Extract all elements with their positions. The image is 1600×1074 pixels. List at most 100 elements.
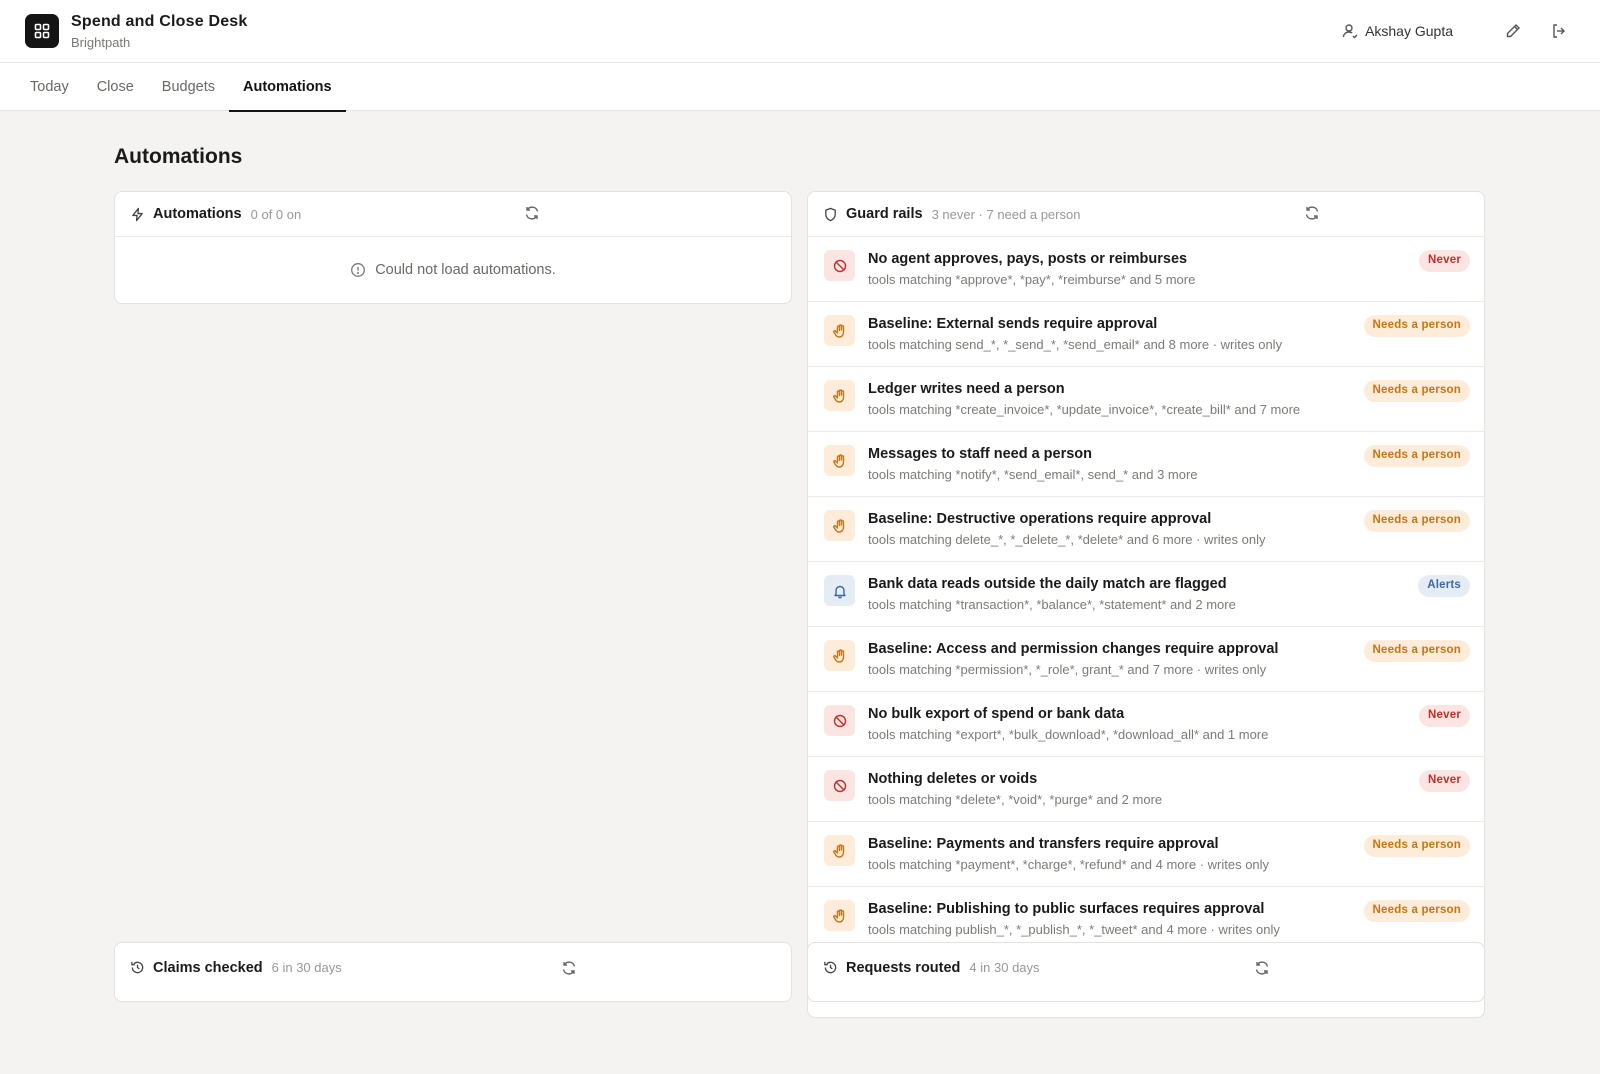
- automations-title: Automations: [153, 206, 242, 222]
- user-name: Akshay Gupta: [1365, 23, 1453, 39]
- guardrail-title: Baseline: Payments and transfers require…: [868, 836, 1219, 852]
- automations-panel: Automations 0 of 0 on Could not load aut…: [114, 191, 792, 304]
- pencil-icon: [1506, 24, 1520, 38]
- automations-error-text: Could not load automations.: [375, 262, 556, 278]
- guardrail-row[interactable]: Nothing deletes or voids tools matching *…: [808, 757, 1484, 822]
- guardrails-refresh-button[interactable]: [1304, 205, 1320, 226]
- automations-error: Could not load automations.: [115, 237, 791, 303]
- hand-icon: [832, 908, 844, 923]
- claims-refresh-button[interactable]: [561, 960, 577, 981]
- guardrail-title: No agent approves, pays, posts or reimbu…: [868, 251, 1188, 267]
- guardrail-title: Bank data reads outside the daily match …: [868, 576, 1227, 592]
- top-bar: Spend and Close Desk Brightpath Akshay G…: [0, 0, 1600, 63]
- guardrail-description: tools matching delete_*, *_delete_*, *de…: [868, 532, 1266, 547]
- history-icon: [131, 961, 144, 974]
- claims-title: Claims checked: [153, 960, 263, 976]
- guardrail-badge: Never: [1419, 250, 1470, 272]
- guardrail-row[interactable]: No agent approves, pays, posts or reimbu…: [808, 237, 1484, 302]
- edit-button[interactable]: [1497, 15, 1529, 47]
- guardrail-kind-icon: [824, 900, 855, 931]
- guardrail-badge: Alerts: [1418, 575, 1470, 597]
- guardrail-row[interactable]: Bank data reads outside the daily match …: [808, 562, 1484, 627]
- guardrail-badge: Needs a person: [1363, 835, 1470, 857]
- claims-meta: 6 in 30 days: [271, 960, 342, 975]
- guardrail-badge: Needs a person: [1363, 315, 1470, 337]
- alert-circle-icon: [351, 263, 366, 277]
- guardrails-summary: 3 never · 7 need a person: [931, 206, 1081, 222]
- automations-count: 0 of 0 on: [250, 206, 302, 222]
- guardrail-row[interactable]: No bulk export of spend or bank data tool…: [808, 692, 1484, 757]
- guardrail-badge: Never: [1419, 705, 1470, 727]
- guardrail-title: Baseline: External sends require approva…: [868, 316, 1158, 332]
- guardrail-kind-icon: [824, 770, 855, 801]
- hand-icon: [832, 648, 844, 663]
- guardrail-badge: Needs a person: [1363, 380, 1470, 402]
- org-name: Brightpath: [71, 34, 131, 50]
- requests-refresh-button[interactable]: [1254, 960, 1270, 981]
- guardrail-title: Baseline: Destructive operations require…: [868, 511, 1212, 527]
- hand-icon: [832, 843, 844, 858]
- guardrail-kind-icon: [824, 380, 855, 411]
- bell-icon: [833, 585, 846, 598]
- guardrail-row[interactable]: Baseline: Access and permission changes …: [808, 627, 1484, 692]
- guardrail-description: tools matching *export*, *bulk_download*…: [868, 727, 1269, 742]
- ban-icon: [833, 259, 846, 272]
- nav-tabs: Today Close Budgets Automations: [0, 63, 1600, 112]
- guardrail-title: Messages to staff need a person: [868, 446, 1093, 462]
- main-content: Automations Automations 0 of 0 on Could …: [0, 145, 1600, 1018]
- route-icon: [824, 961, 837, 974]
- guardrail-list: No agent approves, pays, posts or reimbu…: [808, 237, 1484, 1017]
- user-menu[interactable]: Akshay Gupta: [1342, 23, 1453, 39]
- guardrail-description: tools matching *notify*, *send_email*, s…: [868, 467, 1198, 482]
- logout-button[interactable]: [1543, 15, 1575, 47]
- guardrail-kind-icon: [824, 510, 855, 541]
- guardrail-description: tools matching *payment*, *charge*, *ref…: [868, 857, 1270, 872]
- guardrail-kind-icon: [824, 445, 855, 476]
- hand-icon: [832, 388, 844, 403]
- tab-automations[interactable]: Automations: [229, 63, 346, 112]
- refresh-icon: [562, 961, 576, 975]
- guardrail-badge: Needs a person: [1363, 640, 1470, 662]
- app-title: Spend and Close Desk: [71, 12, 248, 30]
- guardrail-title: Nothing deletes or voids: [868, 771, 1038, 787]
- app-logo[interactable]: [25, 14, 59, 48]
- tab-budgets[interactable]: Budgets: [148, 63, 229, 111]
- automations-header: Automations 0 of 0 on: [115, 192, 791, 237]
- ban-icon: [833, 779, 846, 792]
- tab-close[interactable]: Close: [83, 63, 148, 111]
- tab-today[interactable]: Today: [16, 63, 83, 111]
- guardrails-panel: Guard rails 3 never · 7 need a person No…: [807, 191, 1485, 1018]
- automations-refresh-button[interactable]: [524, 205, 540, 226]
- logout-icon: [1553, 24, 1565, 38]
- guardrail-badge: Never: [1419, 770, 1470, 792]
- guardrails-header: Guard rails 3 never · 7 need a person: [808, 192, 1484, 237]
- guardrail-row[interactable]: Baseline: External sends require approva…: [808, 302, 1484, 367]
- guardrail-description: tools matching *approve*, *pay*, *reimbu…: [868, 272, 1196, 287]
- ban-icon: [833, 714, 846, 727]
- guardrail-kind-icon: [824, 705, 855, 736]
- guardrail-title: Ledger writes need a person: [868, 381, 1065, 397]
- shield-icon: [825, 207, 836, 221]
- guardrail-kind-icon: [824, 315, 855, 346]
- guardrail-row[interactable]: Ledger writes need a person tools matchin…: [808, 367, 1484, 432]
- refresh-icon: [1255, 961, 1269, 975]
- brand: Spend and Close Desk Brightpath: [71, 13, 248, 50]
- guardrail-row[interactable]: Baseline: Destructive operations require…: [808, 497, 1484, 562]
- hand-icon: [832, 453, 844, 468]
- guardrail-kind-icon: [824, 640, 855, 671]
- guardrail-row[interactable]: Messages to staff need a person tools mat…: [808, 432, 1484, 497]
- refresh-icon: [525, 206, 539, 220]
- hand-icon: [832, 323, 844, 338]
- grid-icon: [34, 23, 50, 39]
- refresh-icon: [1305, 206, 1319, 220]
- guardrail-title: Baseline: Publishing to public surfaces …: [868, 901, 1265, 917]
- guardrail-description: tools matching send_*, *_send_*, *send_e…: [868, 337, 1283, 352]
- guardrails-title: Guard rails: [846, 206, 923, 222]
- guardrail-description: tools matching publish_*, *_publish_*, *…: [868, 922, 1280, 937]
- bottom-panels: Claims checked 6 in 30 days Requests rou…: [114, 942, 1485, 1002]
- guardrail-title: Baseline: Access and permission changes …: [868, 641, 1279, 657]
- guardrail-description: tools matching *create_invoice*, *update…: [868, 402, 1301, 417]
- claims-panel: Claims checked 6 in 30 days: [114, 942, 792, 1002]
- guardrail-row[interactable]: Baseline: Payments and transfers require…: [808, 822, 1484, 887]
- guardrail-badge: Needs a person: [1363, 510, 1470, 532]
